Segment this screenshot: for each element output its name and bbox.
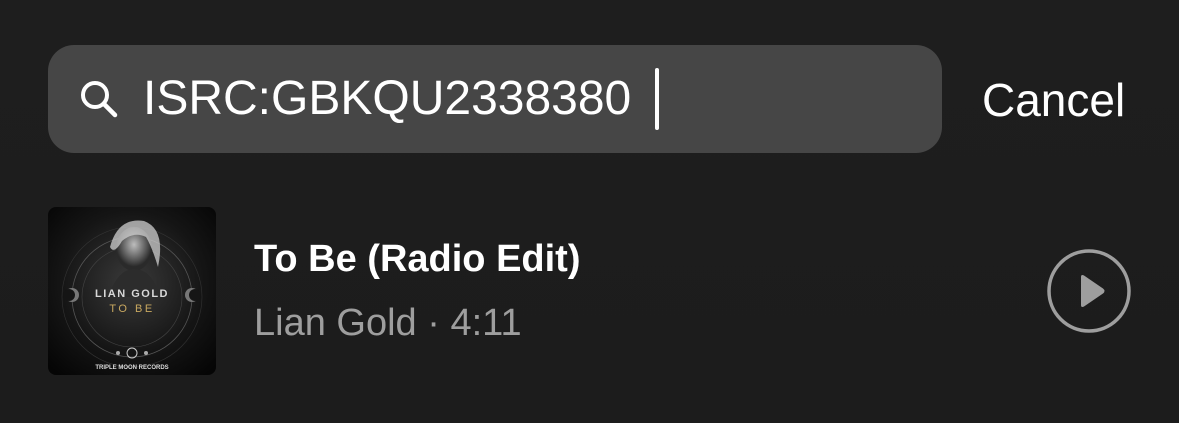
track-duration: 4:11 (450, 302, 522, 344)
play-circle-icon (1047, 249, 1131, 333)
artwork-label-text: TRIPLE MOON RECORDS (95, 365, 168, 371)
text-cursor (655, 68, 659, 130)
cancel-button[interactable]: Cancel (982, 72, 1125, 128)
search-bar[interactable] (48, 45, 942, 153)
album-artwork: LIAN GOLD TO BE TRIPLE MOON RECORDS (48, 207, 216, 375)
artwork-title-text: TO BE (109, 303, 154, 315)
play-button[interactable] (1046, 248, 1132, 334)
search-result-row[interactable]: LIAN GOLD TO BE TRIPLE MOON RECORDS To B… (0, 200, 1179, 380)
subtitle-separator: · (427, 302, 440, 344)
track-artist: Lian Gold (254, 302, 417, 344)
track-subtitle: Lian Gold · 4:11 (254, 300, 522, 346)
artwork-artist-text: LIAN GOLD (95, 288, 169, 300)
search-input[interactable] (143, 71, 843, 127)
track-title: To Be (Radio Edit) (254, 238, 581, 280)
search-icon (78, 78, 120, 120)
